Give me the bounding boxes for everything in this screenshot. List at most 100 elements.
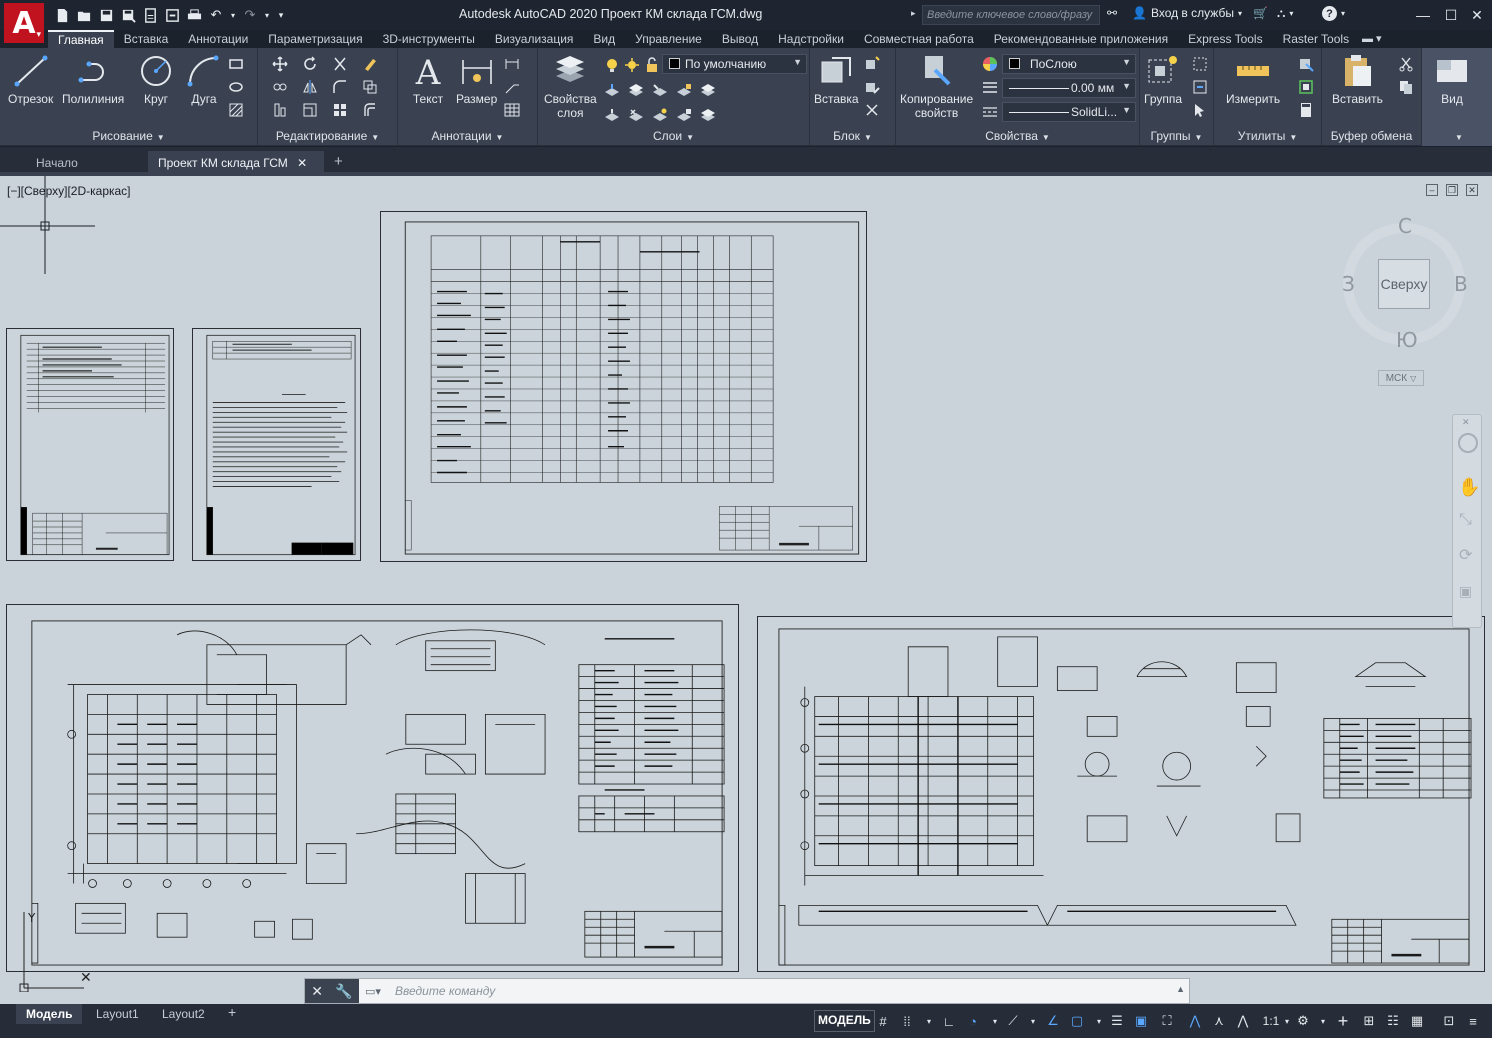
trim-icon[interactable] <box>330 54 350 73</box>
tab-annotate[interactable]: Аннотации <box>178 30 258 48</box>
workspace-gear-icon[interactable]: ⚙ <box>1294 1012 1312 1030</box>
command-input[interactable]: Введите команду <box>395 984 495 998</box>
tab-3d-tools[interactable]: 3D-инструменты <box>373 30 485 48</box>
annotation-visibility-icon[interactable]: ⋀ <box>1186 1012 1204 1030</box>
close-window-button[interactable]: ✕ <box>1466 4 1488 26</box>
ungroup-icon[interactable] <box>1190 54 1210 73</box>
fillet-icon[interactable] <box>330 77 350 96</box>
linear-dimension-icon[interactable] <box>502 54 522 73</box>
zoom-extents-icon[interactable]: ⤡ <box>1459 511 1472 529</box>
layer-tool-8-icon[interactable] <box>650 105 670 124</box>
tab-featured-apps[interactable]: Рекомендованные приложения <box>984 30 1178 48</box>
tab-insert[interactable]: Вставка <box>114 30 179 48</box>
annotation-monitor-plus-icon[interactable]: + <box>1334 1011 1352 1031</box>
layer-tool-9-icon[interactable] <box>674 105 694 124</box>
layer-tool-3-icon[interactable] <box>650 80 670 99</box>
layer-tool-4-icon[interactable] <box>674 80 694 99</box>
create-block-icon[interactable] <box>862 54 882 73</box>
viewcube-west[interactable]: З <box>1342 272 1355 296</box>
save-icon[interactable] <box>96 6 116 24</box>
navbar-close-icon[interactable]: ✕ <box>1462 417 1470 428</box>
command-close-icon[interactable]: ✕ <box>311 983 323 1000</box>
edit-block-icon[interactable] <box>862 77 882 96</box>
viewcube-north[interactable]: С <box>1398 214 1412 238</box>
offset-icon[interactable] <box>360 100 380 119</box>
redo-dropdown-icon[interactable]: ▾ <box>262 6 272 24</box>
showmotion-icon[interactable]: ▣ <box>1459 583 1472 600</box>
command-customize-icon[interactable]: 🔧 <box>335 983 352 1000</box>
view-button[interactable]: Вид <box>1434 54 1470 106</box>
object-snap-icon[interactable]: ▢ <box>1068 1012 1086 1030</box>
tab-express-tools[interactable]: Express Tools <box>1178 30 1272 48</box>
linetype-icon[interactable] <box>980 102 1000 121</box>
group-edit-icon[interactable] <box>1190 77 1210 96</box>
table-icon[interactable] <box>502 100 522 119</box>
print-icon[interactable] <box>184 6 204 24</box>
lineweight-toggle-icon[interactable]: ☰ <box>1108 1012 1126 1030</box>
move-icon[interactable] <box>270 54 290 73</box>
select-all-icon[interactable] <box>1296 77 1316 96</box>
circle-button[interactable]: Круг <box>138 54 174 106</box>
measure-button[interactable]: Измерить <box>1226 54 1280 106</box>
viewcube[interactable]: С З В Ю Сверху МСК ▽ <box>1340 214 1470 386</box>
viewport-restore-icon[interactable]: ❐ <box>1446 184 1458 196</box>
chevron-down-icon[interactable]: ▾ <box>1090 1012 1108 1030</box>
color-wheel-icon[interactable] <box>980 54 1000 73</box>
viewcube-top-face[interactable]: Сверху <box>1378 259 1430 309</box>
orbit-icon[interactable]: ⟳ <box>1459 545 1472 565</box>
command-history-icon[interactable]: ▲ <box>1176 984 1185 994</box>
layer-tool-6-icon[interactable] <box>602 105 622 124</box>
leader-icon[interactable] <box>502 77 522 96</box>
panel-utilities-title[interactable]: Утилиты ▼ <box>1214 129 1321 143</box>
wcs-menu[interactable]: МСК ▽ <box>1378 370 1424 386</box>
annotation-scale-icon[interactable]: ⋀ <box>1234 1012 1252 1030</box>
panel-view-title[interactable]: ▼ <box>1422 129 1492 143</box>
viewcube-south[interactable]: Ю <box>1396 328 1418 352</box>
search-input[interactable]: Введите ключевое слово/фразу <box>922 5 1100 25</box>
panel-draw-title[interactable]: Рисование ▼ <box>0 129 257 143</box>
polar-tracking-icon[interactable]: ◔ <box>964 1012 982 1030</box>
layer-tool-2-icon[interactable] <box>626 80 646 99</box>
chevron-down-icon[interactable]: ▾ <box>1314 1012 1332 1030</box>
layer-tool-1-icon[interactable] <box>602 80 622 99</box>
layer-thaw-icon[interactable] <box>622 55 642 74</box>
minimize-button[interactable]: — <box>1412 4 1434 26</box>
panel-block-title[interactable]: Блок ▼ <box>810 129 895 143</box>
redo-icon[interactable]: ↷ <box>240 6 260 24</box>
undo-icon[interactable]: ↶ <box>206 6 226 24</box>
tab-home[interactable]: Главная <box>48 30 114 48</box>
drawing-sheet-1[interactable] <box>6 328 174 561</box>
tab-manage[interactable]: Управление <box>625 30 712 48</box>
units-icon[interactable]: ⊞ <box>1360 1012 1378 1030</box>
panel-layers-title[interactable]: Слои ▼ <box>538 129 809 143</box>
customize-qat-icon[interactable]: ▾ <box>274 6 288 24</box>
viewport-minimize-icon[interactable]: – <box>1426 184 1438 196</box>
layer-unlock-icon[interactable] <box>642 55 662 74</box>
arc-button[interactable]: Дуга <box>186 54 222 106</box>
cart-icon[interactable]: 🛒 <box>1253 6 1268 20</box>
search-expand-icon[interactable]: ▸ <box>911 8 916 19</box>
save-as-icon[interactable] <box>118 6 138 24</box>
steering-wheel-icon[interactable] <box>1458 433 1478 453</box>
layer-tool-10-icon[interactable] <box>698 105 718 124</box>
dimension-button[interactable]: Размер <box>456 54 497 106</box>
new-icon[interactable] <box>52 6 72 24</box>
viewport-close-icon[interactable]: ✕ <box>1466 184 1478 196</box>
stretch-icon[interactable] <box>270 100 290 119</box>
drawing-sheet-4[interactable] <box>6 604 739 972</box>
binoculars-icon[interactable]: ⚯ <box>1107 6 1117 20</box>
layer-tool-5-icon[interactable] <box>698 80 718 99</box>
undo-dropdown-icon[interactable]: ▾ <box>228 6 238 24</box>
paste-button[interactable]: Вставить <box>1332 54 1383 106</box>
insert-block-button[interactable]: Вставка <box>814 54 859 106</box>
panel-properties-title[interactable]: Свойства ▼ <box>896 129 1139 143</box>
block-attribute-icon[interactable] <box>862 100 882 119</box>
scale-icon[interactable] <box>300 100 320 119</box>
transparency-icon[interactable]: ▣ <box>1132 1012 1150 1030</box>
application-menu-button[interactable]: A ▾ <box>4 3 44 43</box>
erase-icon[interactable] <box>360 54 380 73</box>
cut-icon[interactable] <box>1396 54 1416 73</box>
share-icon[interactable] <box>162 6 182 24</box>
model-space-toggle[interactable]: МОДЕЛЬ <box>814 1010 875 1032</box>
customize-status-icon[interactable]: ≡ <box>1464 1012 1482 1030</box>
